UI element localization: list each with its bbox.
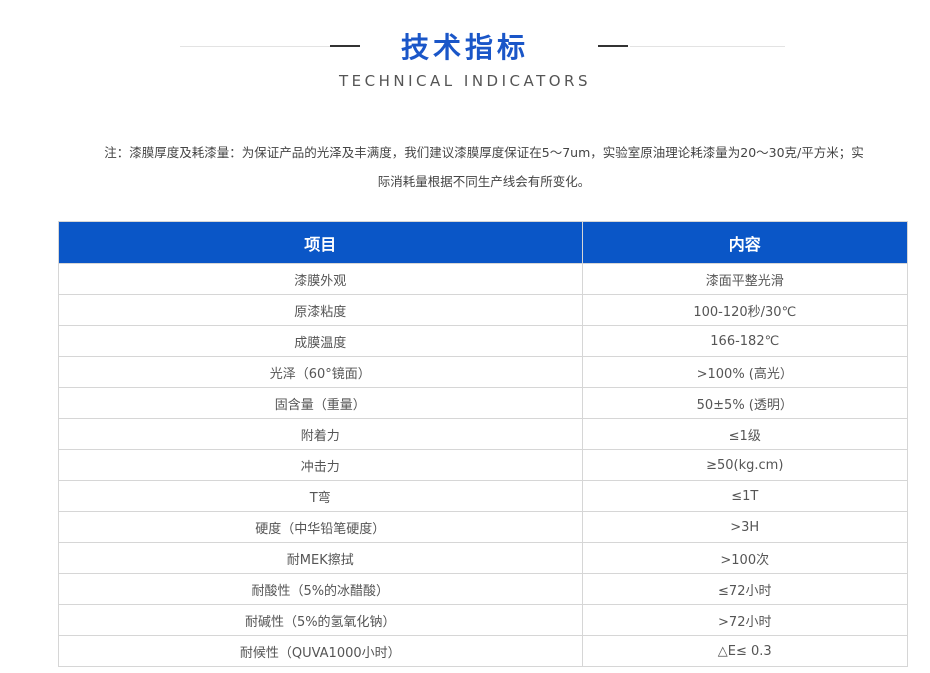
table-row: 成膜温度 166-182℃	[58, 325, 908, 357]
cell-value: ≤1T	[581, 480, 908, 512]
cell-item: 附着力	[58, 418, 583, 450]
cell-item: 耐候性（QUVA1000小时）	[58, 635, 583, 667]
cell-item: 成膜温度	[58, 325, 583, 357]
cell-value: ≥50(kg.cm)	[581, 449, 908, 481]
table-row: 耐碱性（5%的氢氧化钠） >72小时	[58, 604, 908, 636]
cell-item: 耐碱性（5%的氢氧化钠）	[58, 604, 583, 636]
table-row: 原漆粘度 100-120秒/30℃	[58, 294, 908, 326]
cell-item: 冲击力	[58, 449, 583, 481]
column-header-item: 项目	[58, 221, 583, 264]
section-title: 技术指标 TECHNICAL INDICATORS	[0, 0, 930, 110]
cell-value: △E≤ 0.3	[581, 635, 908, 667]
cell-item: T弯	[58, 480, 583, 512]
cell-item: 漆膜外观	[58, 263, 583, 295]
table-row: 耐候性（QUVA1000小时） △E≤ 0.3	[58, 635, 908, 667]
cell-value: 50±5% (透明）	[581, 387, 908, 419]
table-row: 固含量（重量） 50±5% (透明）	[58, 387, 908, 419]
note-line-1: 注：漆膜厚度及耗漆量：为保证产品的光泽及丰满度，我们建议漆膜厚度保证在5～7um…	[104, 145, 864, 160]
page-title: 技术指标	[400, 31, 529, 64]
cell-value: >100次	[581, 542, 908, 574]
cell-value: 100-120秒/30℃	[581, 294, 908, 326]
table-row: 耐酸性（5%的冰醋酸） ≤72小时	[58, 573, 908, 605]
table-row: 光泽（60°镜面） >100% (高光）	[58, 356, 908, 388]
cell-value: ≤1级	[581, 418, 908, 450]
cell-value: >100% (高光）	[581, 356, 908, 388]
cell-value: 漆面平整光滑	[581, 263, 908, 295]
cell-item: 固含量（重量）	[58, 387, 583, 419]
table-header-row: 项目 内容	[58, 221, 908, 264]
cell-item: 耐酸性（5%的冰醋酸）	[58, 573, 583, 605]
table-row: 冲击力 ≥50(kg.cm)	[58, 449, 908, 481]
cell-item: 原漆粘度	[58, 294, 583, 326]
cell-value: >72小时	[581, 604, 908, 636]
table-row: 附着力 ≤1级	[58, 418, 908, 450]
column-header-content: 内容	[581, 221, 908, 264]
page-subtitle: TECHNICAL INDICATORS	[339, 72, 591, 90]
cell-item: 硬度（中华铅笔硬度）	[58, 511, 583, 543]
table-row: T弯 ≤1T	[58, 480, 908, 512]
title-dash-right	[598, 45, 628, 47]
cell-value: 166-182℃	[581, 325, 908, 357]
title-divider-right	[630, 46, 785, 47]
cell-value: >3H	[581, 511, 908, 543]
cell-item: 耐MEK擦拭	[58, 542, 583, 574]
note-text: 注：漆膜厚度及耗漆量：为保证产品的光泽及丰满度，我们建议漆膜厚度保证在5～7um…	[55, 138, 913, 196]
table-row: 漆膜外观 漆面平整光滑	[58, 263, 908, 295]
cell-value: ≤72小时	[581, 573, 908, 605]
note-line-2: 际消耗量根据不同生产线会有所变化。	[377, 174, 591, 189]
table-row: 硬度（中华铅笔硬度） >3H	[58, 511, 908, 543]
cell-item: 光泽（60°镜面）	[58, 356, 583, 388]
spec-table: 项目 内容 漆膜外观 漆面平整光滑 原漆粘度 100-120秒/30℃ 成膜温度…	[58, 221, 908, 667]
table-row: 耐MEK擦拭 >100次	[58, 542, 908, 574]
